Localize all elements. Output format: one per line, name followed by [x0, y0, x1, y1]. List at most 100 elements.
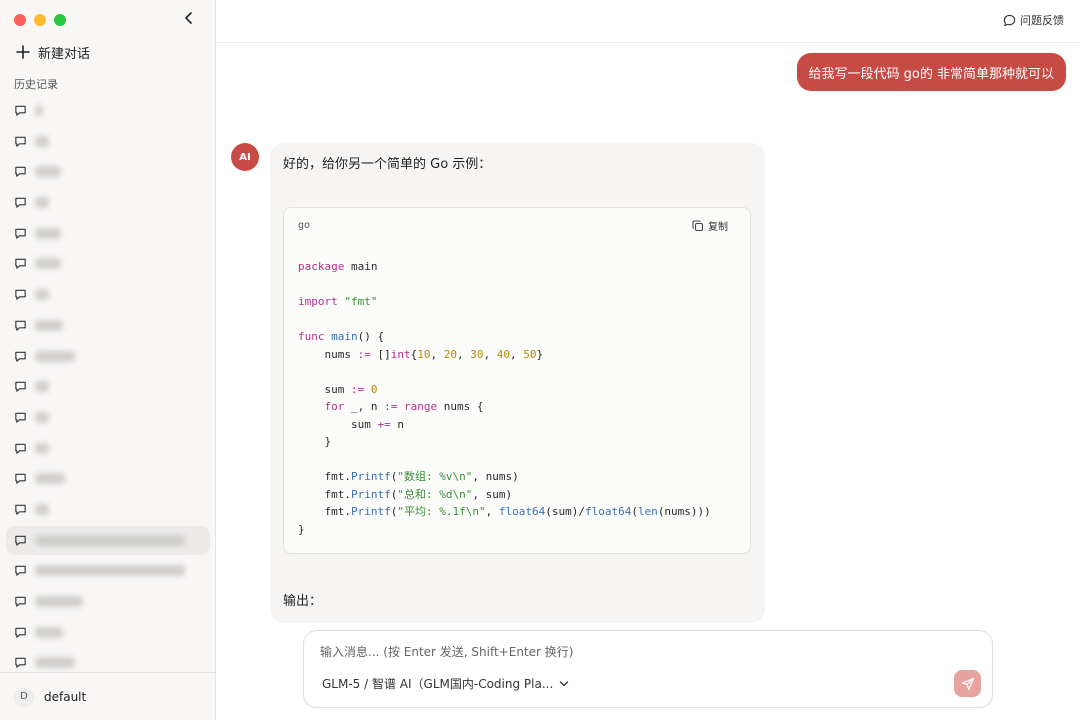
history-item[interactable]: [6, 219, 210, 248]
history-item[interactable]: [6, 556, 210, 585]
app-window: 新建对话 历史记录 D default 问题反馈 给我写一段代码 go的 非常简…: [0, 0, 1080, 720]
chat-bubble-icon: [15, 412, 26, 423]
feedback-label: 问题反馈: [1020, 14, 1064, 27]
chat-bubble-icon: [15, 627, 26, 638]
ai-avatar: AI: [231, 143, 259, 171]
chat-bubble-icon: [15, 259, 26, 270]
window-controls: [14, 14, 66, 26]
user-message: 给我写一段代码 go的 非常简单那种就可以: [796, 53, 1066, 91]
history-item-title: [35, 166, 61, 178]
ai-message: 好的，给你另一个简单的 Go 示例： go 复制 package main imp…: [270, 143, 765, 623]
feedback-button[interactable]: 问题反馈: [1003, 12, 1064, 28]
history-item[interactable]: [6, 434, 210, 463]
code-line: sum := 0: [298, 382, 378, 396]
history-item-title: [35, 350, 75, 362]
code-line: for _, n := range nums {: [324, 400, 484, 413]
history-item[interactable]: [6, 280, 210, 309]
history-item-title: [35, 135, 49, 147]
avatar: D: [14, 686, 34, 707]
code-line: }: [298, 435, 332, 448]
chat-bubble-icon: [15, 228, 26, 239]
history-item[interactable]: [6, 157, 210, 186]
user-profile[interactable]: D default: [0, 672, 215, 720]
send-icon: [961, 677, 974, 690]
model-selector[interactable]: GLM-5 / 智谱 AI（GLM国内-Coding Pla...: [322, 675, 569, 692]
code-line: package main: [298, 260, 378, 273]
chat-bubble-icon: [15, 289, 26, 300]
history-item[interactable]: [6, 96, 210, 125]
history-item-title: [35, 442, 49, 454]
history-item-title: [35, 473, 65, 485]
history-item-title: [35, 105, 43, 116]
history-item[interactable]: [6, 372, 210, 401]
history-item-title: [35, 289, 49, 301]
collapse-sidebar-button[interactable]: [180, 9, 198, 27]
history-item[interactable]: [6, 403, 210, 432]
history-item[interactable]: [6, 618, 210, 647]
output-label: 输出：: [283, 594, 323, 609]
chat-bubble-icon: [15, 197, 26, 208]
code-line: sum += n: [298, 417, 404, 431]
plus-icon: [16, 45, 30, 59]
history-item-title: [35, 319, 63, 331]
code-line: fmt.Printf("总和: %d\n", sum): [298, 487, 513, 501]
history-item[interactable]: [6, 127, 210, 156]
code-line: }: [298, 522, 305, 536]
code-line: fmt.Printf("平均: %.1f\n", float64(sum)/fl…: [298, 505, 711, 518]
code-line: import "fmt": [298, 295, 378, 308]
top-bar: 问题反馈: [216, 0, 1080, 43]
message-composer: GLM-5 / 智谱 AI（GLM国内-Coding Pla...: [303, 630, 993, 708]
chat-bubble-icon: [15, 596, 26, 607]
history-item[interactable]: [6, 525, 210, 555]
copy-icon: [692, 219, 704, 231]
chevron-left-icon: [185, 12, 192, 24]
history-item[interactable]: [6, 587, 210, 616]
history-list: [6, 96, 210, 679]
code-line: nums := []int{10, 20, 30, 40, 50}: [298, 347, 544, 361]
history-item-title: [35, 626, 63, 638]
profile-name: default: [44, 689, 87, 704]
chat-bubble-icon: [15, 504, 26, 515]
main-panel: 问题反馈 给我写一段代码 go的 非常简单那种就可以 AI 好的，给你另一个简单…: [216, 0, 1080, 720]
history-item[interactable]: [6, 342, 210, 371]
ai-message-text: 好的，给你另一个简单的 Go 示例：: [283, 157, 492, 172]
code-line: func main() {: [298, 330, 385, 343]
history-item-title: [35, 503, 49, 515]
sidebar: 新建对话 历史记录 D default: [0, 0, 216, 720]
chat-bubble-icon: [15, 320, 26, 331]
new-chat-label: 新建对话: [38, 46, 91, 62]
close-window-button[interactable]: [14, 14, 26, 26]
chat-bubble-icon: [15, 167, 26, 178]
chat-bubble-icon: [15, 351, 26, 362]
chat-bubble-icon: [15, 566, 26, 577]
history-item[interactable]: [6, 311, 210, 340]
history-item[interactable]: [6, 495, 210, 524]
chevron-down-icon: [560, 680, 569, 686]
history-item[interactable]: [6, 249, 210, 278]
history-item[interactable]: [6, 188, 210, 217]
chat-bubble-icon: [15, 136, 26, 147]
chat-bubble-icon: [15, 474, 26, 484]
copy-code-button[interactable]: 复制: [692, 218, 728, 233]
message-input[interactable]: [318, 641, 962, 663]
code-content: package main import "fmt" func main() { nu…: [298, 258, 711, 538]
minimize-window-button[interactable]: [34, 14, 46, 26]
chat-bubble-icon: [1003, 14, 1016, 26]
history-item-title: [35, 227, 61, 239]
history-item[interactable]: [6, 464, 210, 493]
new-chat-button[interactable]: 新建对话: [16, 40, 90, 64]
history-item-title: [35, 197, 49, 209]
history-item-title: [35, 565, 185, 577]
history-title: 历史记录: [14, 78, 58, 91]
history-item-title: [35, 411, 49, 423]
chat-bubble-icon: [15, 381, 26, 392]
chat-bubble-icon: [15, 443, 26, 454]
send-button[interactable]: [954, 670, 981, 697]
copy-label: 复制: [708, 222, 728, 233]
maximize-window-button[interactable]: [54, 14, 66, 26]
history-item-title: [35, 657, 75, 669]
